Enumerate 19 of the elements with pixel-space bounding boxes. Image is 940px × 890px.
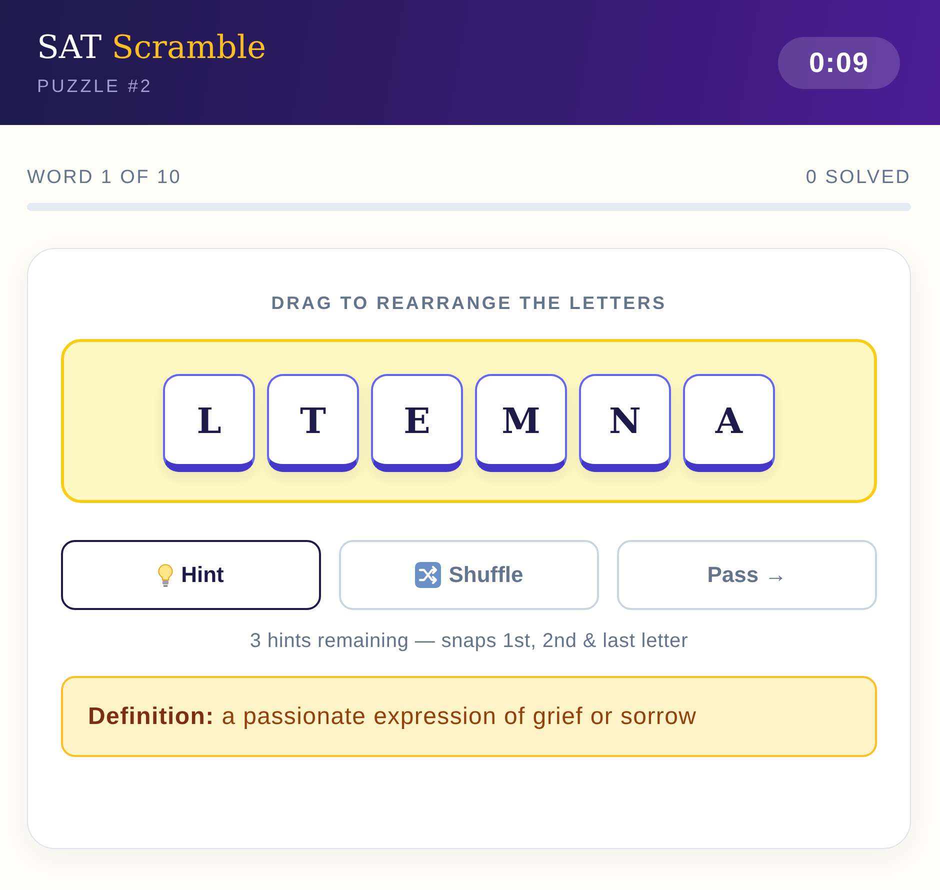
word-counter: WORD 1 OF 10 bbox=[27, 166, 182, 190]
lightbulb-icon bbox=[158, 564, 174, 586]
instruction-text: DRAG TO REARRANGE THE LETTERS bbox=[270, 293, 668, 313]
letter-tile[interactable]: M bbox=[475, 374, 567, 472]
letter-tile[interactable]: A bbox=[683, 374, 775, 472]
pass-button[interactable]: Pass → bbox=[617, 540, 877, 610]
definition-panel: Definition: a passionate expression of grief or sorrow bbox=[61, 676, 877, 757]
shuffle-icon bbox=[414, 562, 441, 588]
letter-tile[interactable]: N bbox=[579, 374, 671, 472]
shuffle-button[interactable]: Shuffle bbox=[339, 540, 599, 610]
letter-tile[interactable]: T bbox=[267, 374, 359, 472]
puzzle-number: PUZZLE #2 bbox=[37, 76, 153, 96]
timer: 0:09 bbox=[778, 36, 900, 88]
app-title: SAT Scramble bbox=[37, 29, 266, 66]
hint-button[interactable]: Hint bbox=[61, 540, 321, 610]
letter-tile[interactable]: L bbox=[163, 374, 255, 472]
hint-note: 3 hints remaining — snaps 1st, 2nd & last letter bbox=[248, 630, 690, 652]
letter-tile[interactable]: E bbox=[371, 374, 463, 472]
solved-counter: 0 SOLVED bbox=[806, 166, 911, 190]
